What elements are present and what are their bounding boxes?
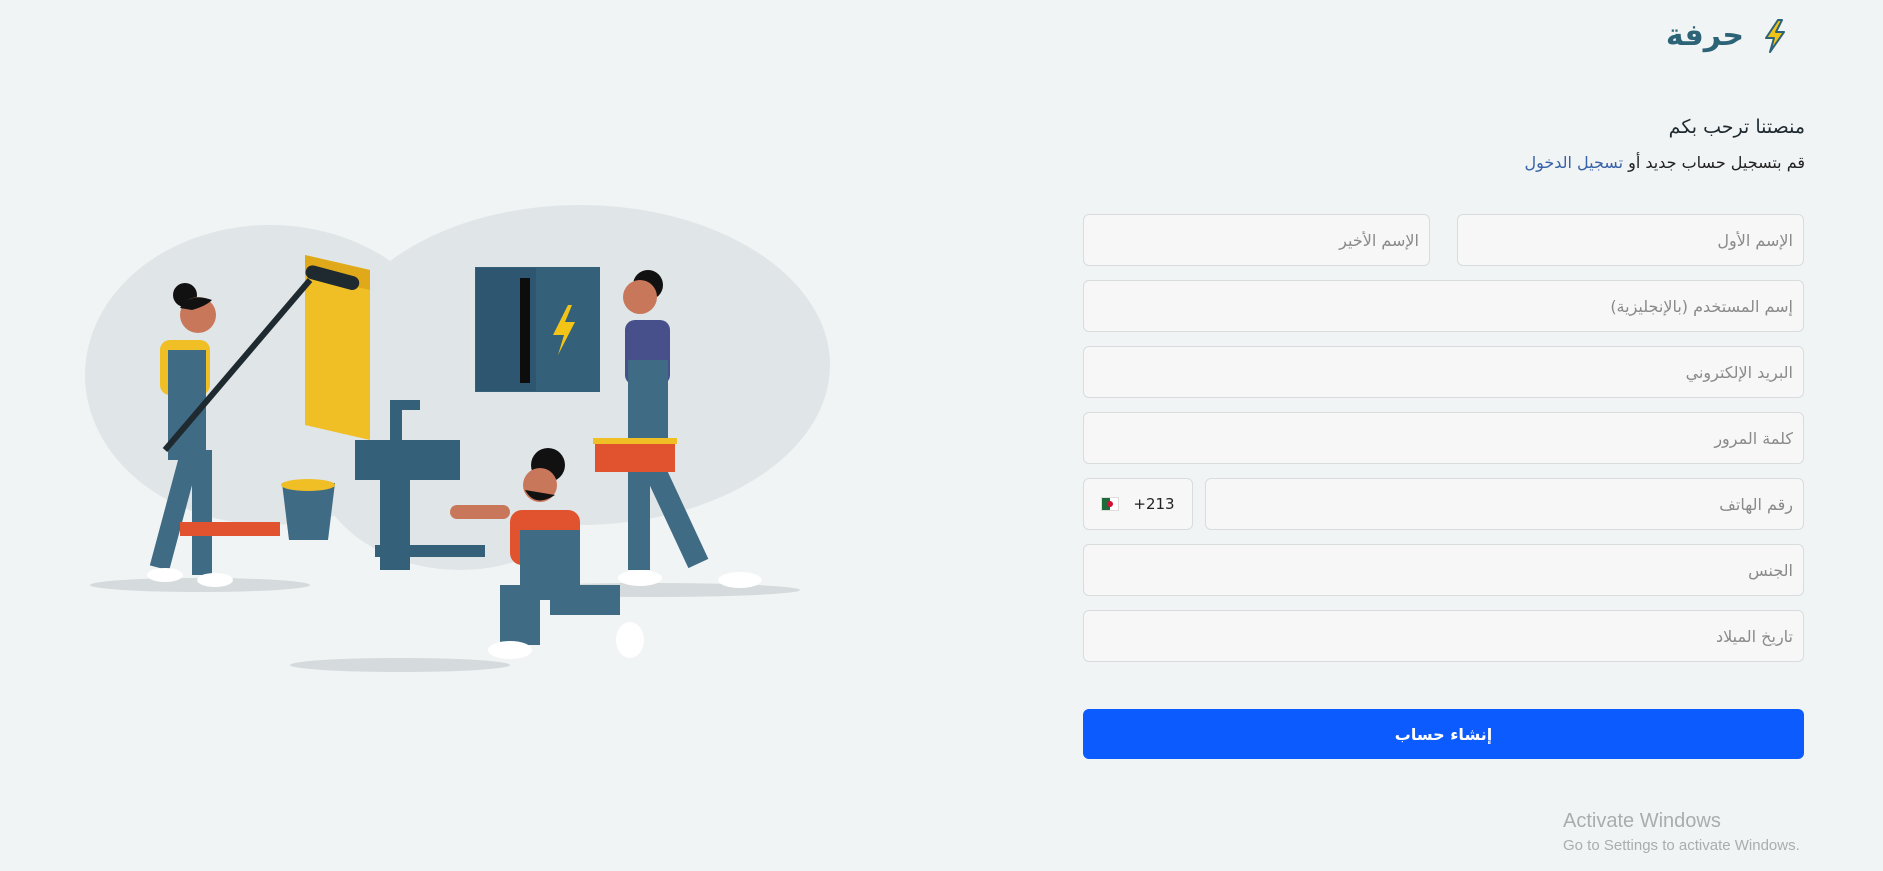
phone-input[interactable] xyxy=(1205,478,1804,530)
lightning-bolt-icon xyxy=(1765,18,1785,53)
email-input[interactable] xyxy=(1083,346,1804,398)
watermark-subtitle: Go to Settings to activate Windows. xyxy=(1563,837,1800,854)
birthdate-input[interactable] xyxy=(1083,610,1804,662)
watermark-title: Activate Windows xyxy=(1563,810,1721,832)
algeria-flag-icon xyxy=(1101,497,1120,511)
activate-windows-watermark: Activate Windows Go to Settings to activ… xyxy=(1563,810,1800,854)
country-code: +213 xyxy=(1133,495,1175,513)
gender-select[interactable] xyxy=(1083,544,1804,596)
last-name-input[interactable] xyxy=(1083,214,1430,266)
brand-logo[interactable]: حرفة xyxy=(1666,18,1788,53)
subtitle-text: قم بتسجيل حساب جديد أو xyxy=(1623,153,1805,172)
login-link[interactable]: تسجيل الدخول xyxy=(1524,153,1623,172)
brand-name: حرفة xyxy=(1665,18,1744,53)
first-name-input[interactable] xyxy=(1457,214,1804,266)
username-input[interactable] xyxy=(1083,280,1804,332)
register-subtitle: قم بتسجيل حساب جديد أو تسجيل الدخول xyxy=(1524,153,1805,172)
password-input[interactable] xyxy=(1083,412,1804,464)
country-code-selector[interactable]: +213 xyxy=(1083,478,1193,530)
workers-illustration xyxy=(85,205,830,672)
create-account-button[interactable]: إنشاء حساب xyxy=(1083,709,1804,759)
welcome-heading: منصتنا ترحب بكم xyxy=(1668,116,1805,138)
